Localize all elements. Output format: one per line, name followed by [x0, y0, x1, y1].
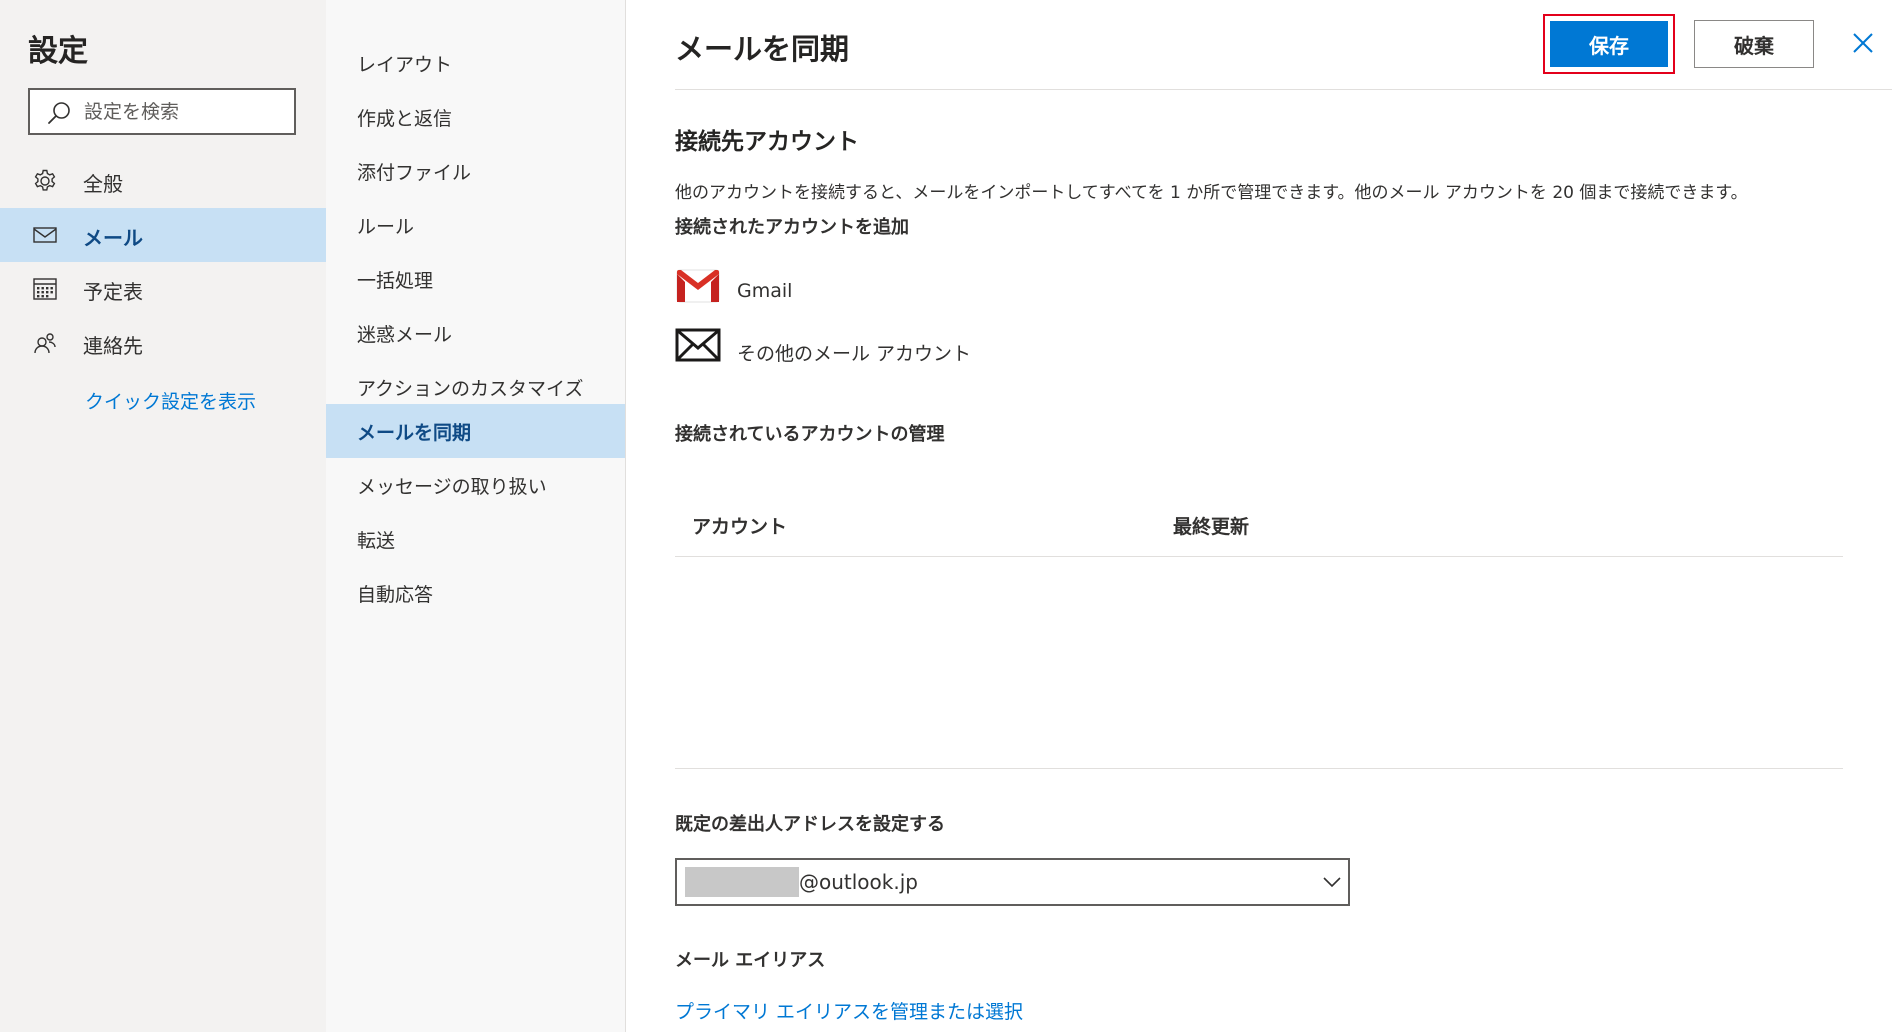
nav-item-label: アクションのカスタマイズ [357, 378, 584, 400]
nav-junk-email[interactable]: 迷惑メール [326, 306, 625, 360]
nav-item-label: ルール [357, 216, 415, 238]
manage-primary-alias-link[interactable]: プライマリ エイリアスを管理または選択 [675, 997, 1023, 1024]
category-label: 全般 [83, 172, 123, 196]
nav-forwarding[interactable]: 転送 [326, 512, 625, 566]
nav-compose-reply[interactable]: 作成と返信 [326, 90, 625, 144]
nav-item-label: メッセージの取り扱い [357, 476, 547, 498]
quick-settings-link[interactable]: クイック設定を表示 [85, 387, 256, 414]
people-icon [34, 333, 56, 354]
settings-search-input[interactable] [84, 98, 284, 126]
manage-accounts-title: 接続されているアカウントの管理 [675, 424, 945, 445]
gear-icon [34, 169, 56, 191]
nav-item-label: 自動応答 [357, 584, 434, 606]
settings-search-box[interactable] [28, 88, 296, 135]
nav-item-label: 一括処理 [357, 270, 434, 292]
category-label: メール [83, 226, 143, 250]
page-title: メールを同期 [675, 32, 850, 66]
category-calendar[interactable]: 予定表 [0, 262, 326, 316]
category-contacts[interactable]: 連絡先 [0, 316, 326, 370]
mail-settings-nav: レイアウト 作成と返信 添付ファイル ルール 一括処理 迷惑メール アクションの… [326, 0, 626, 1032]
calendar-icon [33, 278, 57, 300]
column-header-account[interactable]: アカウント [692, 512, 787, 539]
connected-accounts-description: 他のアカウントを接続すると、メールをインポートしてすべてを 1 か所で管理できま… [675, 183, 1748, 203]
nav-automatic-replies[interactable]: 自動応答 [326, 566, 625, 620]
nav-item-label: 迷惑メール [357, 324, 453, 346]
discard-button[interactable]: 破棄 [1694, 20, 1814, 68]
nav-sweep[interactable]: 一括処理 [326, 252, 625, 306]
chevron-down-icon [1323, 877, 1341, 888]
nav-layout[interactable]: レイアウト [326, 36, 625, 90]
nav-attachments[interactable]: 添付ファイル [326, 144, 625, 198]
search-icon [48, 102, 70, 124]
nav-item-label: 作成と返信 [357, 108, 453, 130]
gmail-icon [676, 269, 720, 303]
category-label: 予定表 [83, 280, 143, 304]
default-from-title: 既定の差出人アドレスを設定する [675, 814, 945, 835]
nav-item-label: 添付ファイル [357, 162, 472, 184]
close-icon[interactable] [1850, 30, 1876, 56]
connected-accounts-title: 接続先アカウント [675, 129, 859, 155]
default-from-value: @outlook.jp [799, 870, 918, 894]
category-general[interactable]: 全般 [0, 154, 326, 208]
nav-rules[interactable]: ルール [326, 198, 625, 252]
nav-item-label: メールを同期 [357, 422, 472, 444]
save-button[interactable]: 保存 [1550, 21, 1668, 67]
nav-item-label: レイアウト [357, 54, 453, 76]
nav-sync-email[interactable]: メールを同期 [326, 404, 625, 458]
save-button-highlight: 保存 [1543, 14, 1675, 74]
add-account-title: 接続されたアカウントを追加 [675, 217, 909, 238]
add-other-account-option[interactable]: その他のメール アカウント [675, 327, 1075, 371]
nav-item-label: 転送 [357, 530, 396, 552]
add-gmail-option[interactable]: Gmail [675, 268, 1075, 312]
column-header-last-updated[interactable]: 最終更新 [1173, 512, 1249, 539]
category-label: 連絡先 [83, 334, 143, 358]
redacted-username [685, 867, 799, 897]
mail-icon [33, 227, 57, 243]
settings-title: 設定 [28, 34, 88, 69]
email-alias-title: メール エイリアス [675, 950, 826, 971]
category-mail[interactable]: メール [0, 208, 326, 262]
envelope-icon [675, 328, 721, 362]
table-header-divider [675, 556, 1843, 557]
settings-sidebar: 設定 全般 メール [0, 0, 326, 1032]
add-account-label: その他のメール アカウント [737, 343, 972, 365]
header-divider [675, 89, 1892, 90]
add-account-label: Gmail [737, 280, 793, 302]
nav-message-handling[interactable]: メッセージの取り扱い [326, 458, 625, 512]
sync-email-panel: メールを同期 保存 破棄 接続先アカウント 他のアカウントを接続すると、メールを… [626, 0, 1892, 1032]
default-from-select[interactable]: @outlook.jp [675, 858, 1350, 906]
section-divider [675, 768, 1843, 769]
